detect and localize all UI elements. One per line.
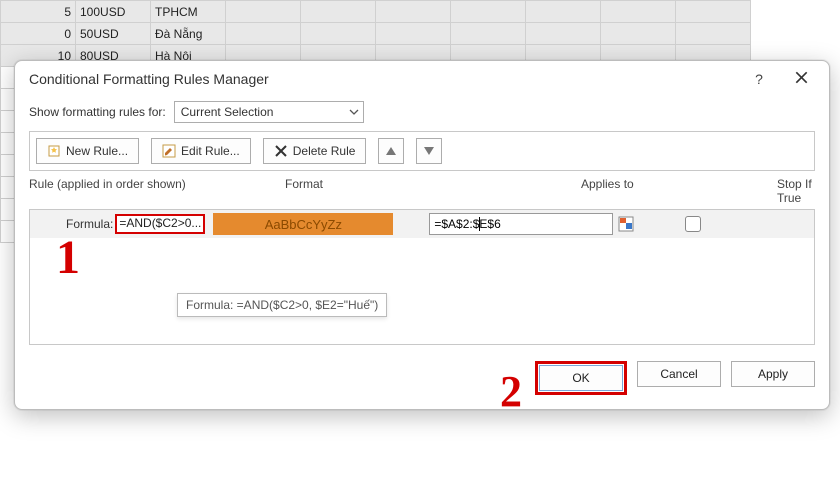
cell[interactable]: Đà Nẵng [151,23,226,45]
triangle-up-icon [386,147,396,155]
triangle-down-icon [424,147,434,155]
rules-manager-dialog: Conditional Formatting Rules Manager ? S… [14,60,830,410]
text-caret [479,217,480,231]
show-rules-label: Show formatting rules for: [29,105,166,119]
edit-rule-label: Edit Rule... [181,144,240,158]
cell[interactable] [601,23,676,45]
close-icon [795,71,808,84]
cell[interactable]: 5 [1,1,76,23]
rule-formula-box[interactable]: =AND($C2>0... [115,214,205,234]
cell[interactable] [676,1,751,23]
applies-to-input[interactable] [429,213,613,235]
titlebar: Conditional Formatting Rules Manager ? [15,61,829,87]
cell[interactable] [526,23,601,45]
cell[interactable]: 100USD [76,1,151,23]
apply-button[interactable]: Apply [731,361,815,387]
close-button[interactable] [787,71,815,87]
cell[interactable]: TPHCM [151,1,226,23]
cell[interactable] [226,23,301,45]
rules-grid-header: Rule (applied in order shown) Format App… [15,171,829,209]
cell[interactable] [451,1,526,23]
chevron-down-icon [349,106,359,120]
cell[interactable] [226,1,301,23]
rule-type-label: Formula: [30,217,115,231]
stop-if-true-checkbox[interactable] [685,216,701,232]
cell[interactable] [376,23,451,45]
move-down-button[interactable] [416,138,442,164]
ok-label: OK [572,371,589,385]
edit-rule-icon [162,144,176,158]
range-picker-button[interactable] [617,215,635,233]
header-applies: Applies to [581,177,777,205]
rules-toolbar: New Rule... Edit Rule... Delete Rule [29,131,815,171]
rules-list: Formula: =AND($C2>0... AaBbCcYyZz [29,209,815,345]
cell[interactable] [301,23,376,45]
cancel-label: Cancel [660,367,697,381]
cell[interactable] [601,1,676,23]
cell[interactable]: 50USD [76,23,151,45]
annotation-1: 1 [56,230,80,285]
dialog-footer: OK Cancel Apply [15,353,829,409]
cell[interactable] [451,23,526,45]
show-rules-value: Current Selection [181,105,274,119]
cell[interactable]: 0 [1,23,76,45]
header-rule: Rule (applied in order shown) [29,177,285,205]
dialog-title: Conditional Formatting Rules Manager [29,71,745,87]
delete-rule-label: Delete Rule [293,144,356,158]
delete-rule-button[interactable]: Delete Rule [263,138,367,164]
new-rule-button[interactable]: New Rule... [36,138,139,164]
ok-highlight: OK [535,361,627,395]
rule-row[interactable]: Formula: =AND($C2>0... AaBbCcYyZz [30,210,814,238]
applies-to-field[interactable] [434,217,608,231]
edit-rule-button[interactable]: Edit Rule... [151,138,251,164]
range-picker-icon [618,216,634,232]
formula-tooltip: Formula: =AND($C2>0, $E2="Huế") [177,293,387,317]
show-rules-dropdown[interactable]: Current Selection [174,101,364,123]
help-button[interactable]: ? [745,71,773,87]
header-stop: Stop If True [777,177,815,205]
cell[interactable] [301,1,376,23]
cell[interactable] [676,23,751,45]
move-up-button[interactable] [378,138,404,164]
cell[interactable] [526,1,601,23]
new-rule-icon [47,144,61,158]
annotation-2: 2 [500,366,522,417]
new-rule-label: New Rule... [66,144,128,158]
delete-rule-icon [274,144,288,158]
ok-button[interactable]: OK [539,365,623,391]
cell[interactable] [376,1,451,23]
apply-label: Apply [758,367,788,381]
show-rules-row: Show formatting rules for: Current Selec… [15,87,829,131]
cancel-button[interactable]: Cancel [637,361,721,387]
rule-format-preview: AaBbCcYyZz [213,213,393,235]
header-format: Format [285,177,581,205]
